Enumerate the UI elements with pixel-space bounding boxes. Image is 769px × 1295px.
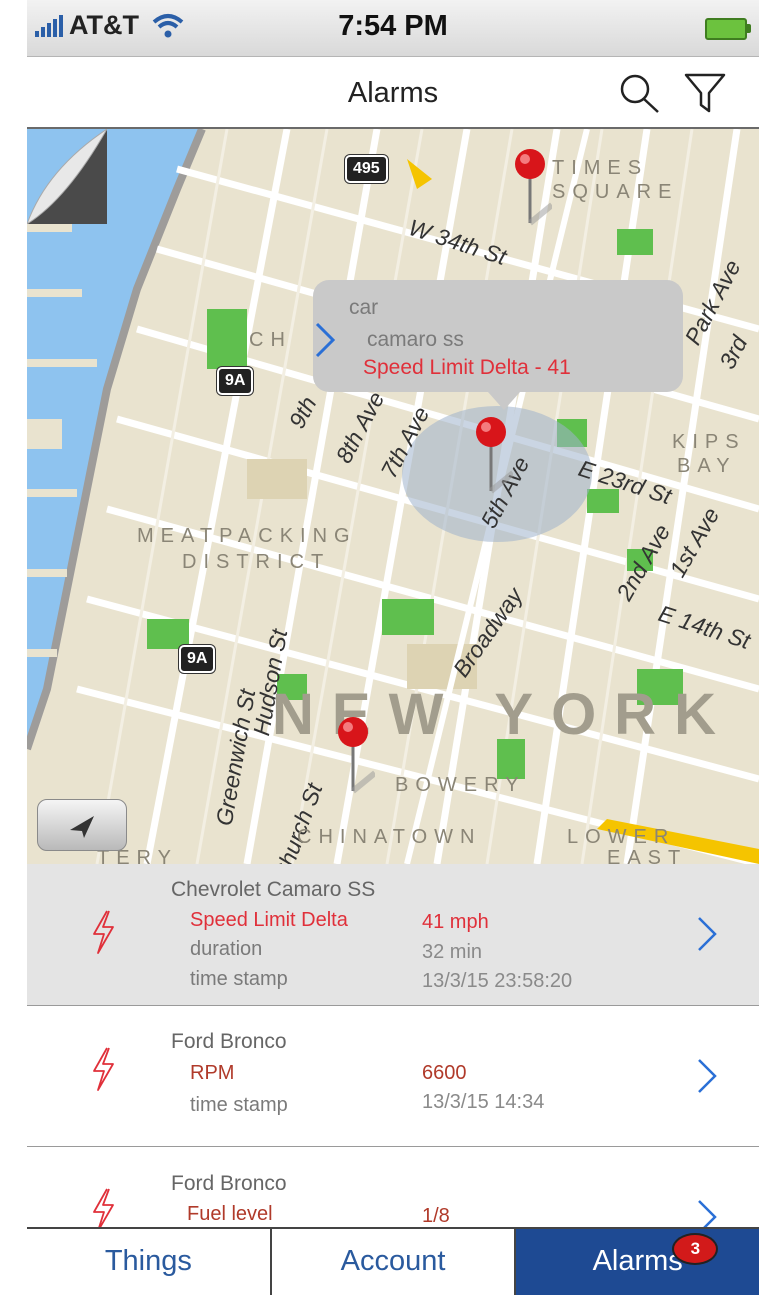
district-label: MEATPACKING	[137, 525, 357, 547]
highway-shield: 9A	[179, 645, 216, 673]
list-item[interactable]: Chevrolet Camaro SS Speed Limit Delta 41…	[27, 864, 759, 1006]
field-label: duration	[190, 938, 263, 960]
location-arrow-icon	[70, 816, 94, 838]
alarm-bolt-icon	[93, 1047, 114, 1091]
district-label: BOWERY	[395, 774, 526, 796]
alarm-type: Speed Limit Delta	[190, 909, 348, 931]
page-curl-icon[interactable]	[27, 129, 107, 224]
search-icon[interactable]	[617, 71, 661, 115]
highway-shield: 9A	[217, 367, 254, 395]
alarm-type: RPM	[190, 1062, 235, 1084]
device-name: Ford Bronco	[171, 1030, 287, 1053]
alarm-list: Chevrolet Camaro SS Speed Limit Delta 41…	[27, 864, 759, 1227]
highway-shield: 495	[345, 155, 388, 183]
map-view[interactable]: 495 9A 9A W 34th St 9th 8th Ave 7th Ave …	[27, 129, 759, 864]
tab-bar: Things Account Alarms 3	[27, 1227, 759, 1295]
alarm-bolt-icon	[93, 910, 114, 954]
timestamp: 13/3/15 23:58:20	[422, 970, 573, 992]
tab-alarms[interactable]: Alarms 3	[516, 1229, 759, 1295]
district-label: LOWER	[567, 826, 676, 848]
chevron-right-icon[interactable]	[313, 320, 337, 360]
district-label: BAY	[677, 455, 737, 477]
timestamp: 13/3/15 14:34	[422, 1091, 545, 1113]
district-label: EAST	[607, 847, 688, 864]
alarm-bolt-icon	[93, 1188, 114, 1227]
district-label: KIPS	[672, 431, 746, 453]
map-pin-icon[interactable]	[335, 715, 375, 795]
tab-things[interactable]: Things	[27, 1229, 272, 1295]
callout-category: car	[349, 296, 379, 319]
field-label: time stamp	[190, 968, 288, 990]
callout-model: camaro ss	[367, 328, 464, 351]
map-pin-icon[interactable]	[473, 415, 513, 495]
navigation-bar: Alarms	[27, 57, 759, 129]
clock: 7:54 PM	[338, 10, 448, 42]
field-value: 32 min	[422, 941, 483, 963]
phone-screen: AT&T 7:54 PM Alarms 495 9A 9A W 34th St …	[27, 0, 759, 1295]
chevron-right-icon[interactable]	[695, 914, 719, 954]
tab-label: Account	[340, 1245, 446, 1277]
alarm-value: 6600	[422, 1062, 467, 1084]
battery-icon	[705, 18, 751, 40]
map-callout[interactable]: car camaro ss Speed Limit Delta - 41	[313, 280, 683, 410]
callout-alarm: Speed Limit Delta - 41	[363, 356, 571, 379]
district-label: SQUARE	[552, 181, 679, 203]
filter-icon[interactable]	[683, 71, 727, 115]
tab-label: Things	[104, 1245, 192, 1277]
district-label: TIMES	[552, 157, 649, 179]
alarm-value: 1/8	[422, 1205, 450, 1227]
district-label: DISTRICT	[182, 551, 331, 573]
tab-label: Alarms	[592, 1245, 683, 1277]
device-name: Chevrolet Camaro SS	[171, 878, 376, 901]
alarm-type: Fuel level	[187, 1203, 273, 1225]
status-bar: AT&T 7:54 PM	[27, 0, 759, 57]
device-name: Ford Bronco	[171, 1172, 287, 1195]
map-pin-icon[interactable]	[512, 147, 552, 227]
tab-account[interactable]: Account	[271, 1229, 517, 1295]
locate-me-button[interactable]	[37, 799, 127, 851]
district-label: CH	[249, 329, 292, 351]
field-label: time stamp	[190, 1094, 288, 1116]
chevron-right-icon[interactable]	[695, 1056, 719, 1096]
district-label: CHINATOWN	[297, 826, 482, 848]
alarm-count-badge: 3	[674, 1235, 717, 1263]
list-item[interactable]: Ford Bronco Fuel level 1/8	[27, 1147, 759, 1227]
chevron-right-icon[interactable]	[695, 1197, 719, 1227]
list-item[interactable]: Ford Bronco RPM 6600 time stamp 13/3/15 …	[27, 1006, 759, 1147]
alarm-value: 41 mph	[422, 911, 489, 933]
